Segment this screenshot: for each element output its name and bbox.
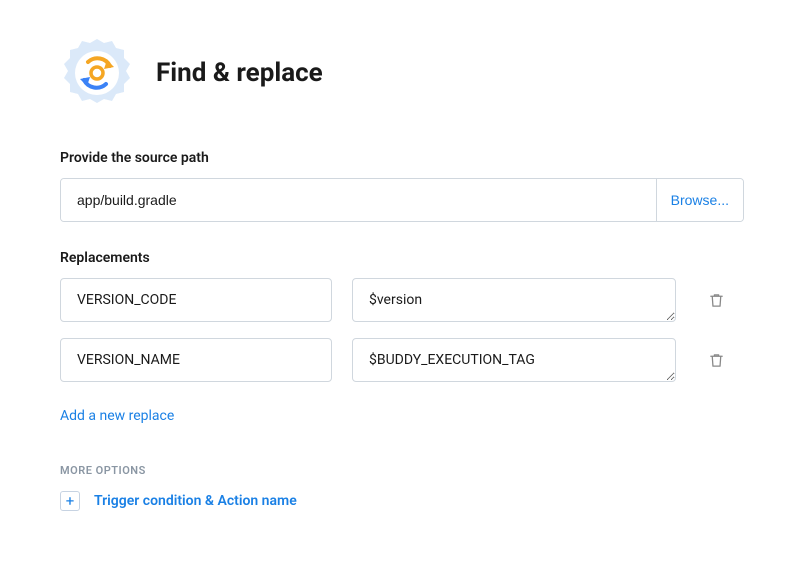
- plus-icon: +: [60, 491, 80, 511]
- delete-button[interactable]: [696, 278, 736, 322]
- replacement-row: $version: [60, 278, 744, 322]
- delete-button[interactable]: [696, 338, 736, 382]
- replacement-row: $BUDDY_EXECUTION_TAG: [60, 338, 744, 382]
- more-options-label: MORE OPTIONS: [60, 464, 744, 477]
- header: Find & replace: [60, 36, 744, 110]
- source-path-input[interactable]: [61, 179, 656, 221]
- replacements-label: Replacements: [60, 250, 744, 266]
- trash-icon: [708, 292, 725, 309]
- source-path-label: Provide the source path: [60, 150, 744, 166]
- find-replace-icon: [60, 36, 134, 110]
- trigger-condition-row[interactable]: + Trigger condition & Action name: [60, 491, 744, 511]
- trigger-condition-label: Trigger condition & Action name: [94, 493, 297, 509]
- page-title: Find & replace: [156, 58, 323, 88]
- find-input[interactable]: [60, 338, 332, 382]
- replace-input[interactable]: $version: [352, 278, 676, 322]
- add-replace-link[interactable]: Add a new replace: [60, 408, 174, 424]
- browse-button[interactable]: Browse...: [656, 179, 743, 221]
- find-input[interactable]: [60, 278, 332, 322]
- source-path-row: Browse...: [60, 178, 744, 222]
- trash-icon: [708, 352, 725, 369]
- replace-input[interactable]: $BUDDY_EXECUTION_TAG: [352, 338, 676, 382]
